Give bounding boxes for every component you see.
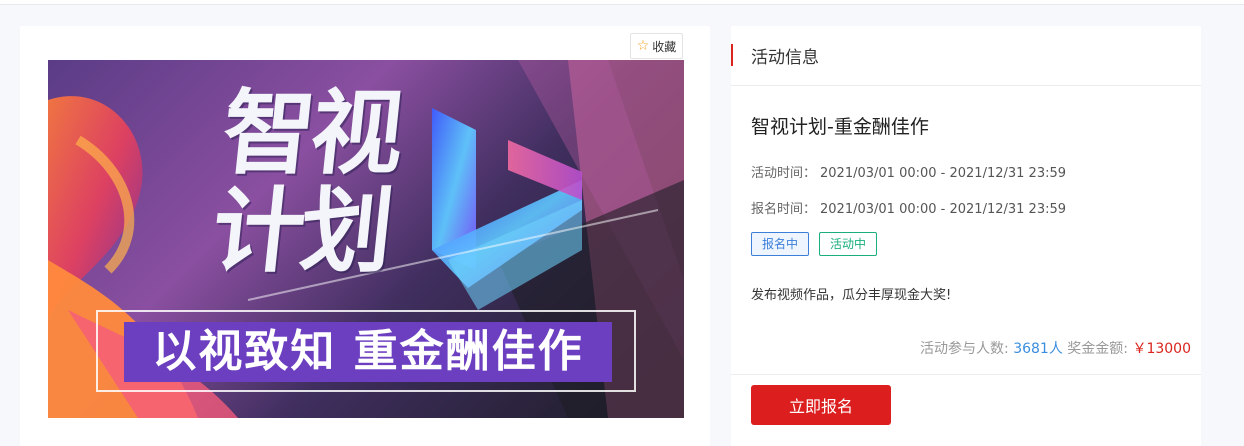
signup-time-value: 2021/03/01 00:00 - 2021/12/31 23:59 xyxy=(820,202,1067,217)
status-badge-signup: 报名中 xyxy=(751,232,810,256)
banner-title: 智视计划 xyxy=(207,80,405,285)
event-info-card: 活动信息 智视计划-重金酬佳作 活动时间： 2021/03/01 00:00 - … xyxy=(731,26,1201,446)
status-tags: 报名中 活动中 xyxy=(751,232,878,256)
activity-time-label: 活动时间： xyxy=(751,166,817,181)
activity-time-value: 2021/03/01 00:00 - 2021/12/31 23:59 xyxy=(820,166,1067,181)
prize-amount: ￥13000 xyxy=(1132,341,1191,357)
banner-slogan: 以视致知 重金酬佳作 xyxy=(124,322,612,382)
signup-time-row: 报名时间： 2021/03/01 00:00 - 2021/12/31 23:59 xyxy=(751,198,1066,217)
section-accent-bar xyxy=(731,44,733,66)
participants-label: 活动参与人数: xyxy=(920,341,1009,357)
signup-time-label: 报名时间： xyxy=(751,202,817,217)
activity-time-row: 活动时间： 2021/03/01 00:00 - 2021/12/31 23:59 xyxy=(751,162,1066,181)
prize-label: 奖金金额: xyxy=(1067,341,1128,357)
divider xyxy=(731,374,1201,375)
banner-card: ☆ 收藏 智视计划 以视致知 重金酬佳作 xyxy=(20,26,710,446)
star-outline-icon: ☆ xyxy=(636,38,650,54)
section-title: 活动信息 xyxy=(751,48,819,68)
favorite-label: 收藏 xyxy=(652,39,677,54)
participants-count: 3681人 xyxy=(1013,341,1063,357)
event-name: 智视计划-重金酬佳作 xyxy=(751,116,929,138)
top-divider xyxy=(0,0,1244,5)
signup-button[interactable]: 立即报名 xyxy=(751,385,891,425)
status-badge-active: 活动中 xyxy=(819,232,878,256)
event-description: 发布视频作品，瓜分丰厚现金大奖! xyxy=(751,288,952,303)
event-banner-image: 智视计划 以视致知 重金酬佳作 xyxy=(48,60,684,418)
event-stats: 活动参与人数: 3681人 奖金金额: ￥13000 xyxy=(920,338,1191,358)
section-header: 活动信息 xyxy=(731,26,1201,86)
favorite-button[interactable]: ☆ 收藏 xyxy=(630,33,683,59)
